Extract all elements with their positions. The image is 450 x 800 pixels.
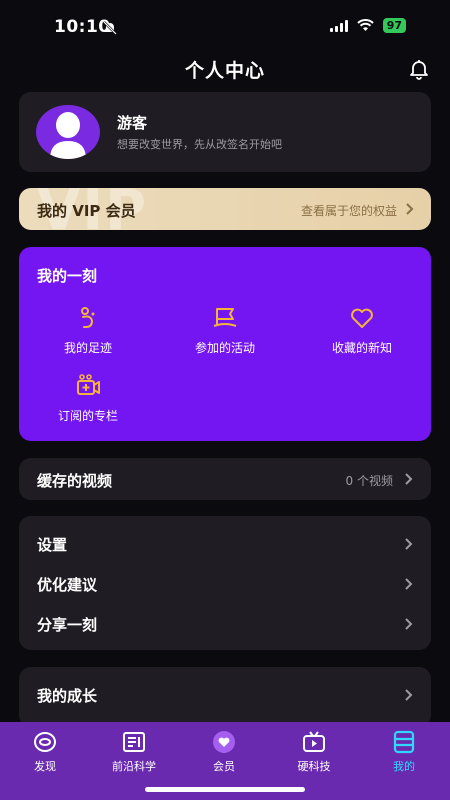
chevron-right-icon — [405, 618, 413, 630]
share-row[interactable]: 分享一刻 — [19, 604, 431, 644]
vip-benefits-link[interactable]: 查看属于您的权益 — [301, 202, 397, 219]
tab-frontier-science-label: 前沿科学 — [112, 760, 156, 773]
my-growth-row[interactable]: 我的成长 — [19, 667, 431, 727]
tab-member-label: 会员 — [213, 760, 235, 773]
chevron-right-icon — [406, 203, 414, 215]
feedback-row[interactable]: 优化建议 — [19, 564, 431, 604]
status-bar: 10:10 97 — [0, 0, 450, 52]
tab-hard-tech[interactable]: 硬科技 — [279, 730, 349, 774]
my-moment-title: 我的一刻 — [37, 267, 98, 285]
signature: 想要改变世界，先从改签名开始吧 — [117, 138, 282, 151]
tab-member[interactable]: 会员 — [189, 730, 259, 774]
chevron-right-icon — [405, 578, 413, 590]
discover-icon — [34, 732, 56, 752]
feedback-label: 优化建议 — [37, 576, 98, 594]
cached-videos-count: 0 个视频 — [345, 474, 393, 488]
vip-title: 我的 VIP 会员 — [37, 202, 136, 220]
tech-tv-icon — [303, 731, 325, 752]
my-growth-label: 我的成长 — [37, 687, 98, 705]
subscribed-columns-item[interactable]: 订阅的专栏 — [33, 373, 143, 424]
chevron-right-icon — [405, 689, 413, 701]
battery-indicator: 97 — [382, 18, 406, 33]
page-title: 个人中心 — [184, 60, 265, 82]
share-label: 分享一刻 — [37, 616, 98, 634]
tab-discover-label: 发现 — [34, 760, 56, 773]
tab-mine-label: 我的 — [393, 760, 415, 773]
vip-card[interactable]: VIP 我的 VIP 会员 查看属于您的权益 — [19, 188, 431, 230]
video-add-icon — [77, 374, 100, 395]
muted-bell-icon — [103, 21, 117, 35]
bottom-tab-bar: 发现 前沿科学 会员 硬科技 我的 — [0, 722, 450, 800]
settings-label: 设置 — [37, 536, 68, 554]
heart-icon — [351, 308, 373, 328]
tab-discover[interactable]: 发现 — [10, 730, 80, 774]
joined-activities-label: 参加的活动 — [194, 341, 255, 355]
cached-videos-label: 缓存的视频 — [37, 472, 113, 490]
settings-row[interactable]: 设置 — [19, 524, 431, 564]
my-footprint-label: 我的足迹 — [63, 341, 112, 355]
member-icon — [213, 731, 235, 753]
subscribed-columns-label: 订阅的专栏 — [57, 409, 118, 423]
favorite-knowledge-label: 收藏的新知 — [331, 341, 392, 355]
my-moment-card: 我的一刻 我的足迹 参加的活动 收藏的新知 订阅的专栏 — [19, 247, 431, 441]
notification-bell-icon[interactable] — [408, 58, 430, 80]
header: 个人中心 — [0, 52, 450, 86]
settings-group: 设置 优化建议 分享一刻 — [19, 516, 431, 650]
user-silhouette-icon — [50, 112, 86, 159]
profile-tab-icon — [393, 730, 415, 754]
chevron-right-icon — [405, 473, 413, 485]
home-indicator — [145, 787, 305, 792]
footprint-icon — [81, 307, 95, 328]
joined-activities-item[interactable]: 参加的活动 — [170, 305, 280, 356]
chevron-right-icon — [405, 538, 413, 550]
cellular-signal-icon — [329, 19, 348, 32]
tab-mine[interactable]: 我的 — [369, 730, 439, 774]
favorite-knowledge-item[interactable]: 收藏的新知 — [307, 305, 417, 356]
tab-hard-tech-label: 硬科技 — [297, 760, 331, 773]
science-icon — [123, 732, 145, 752]
cached-videos-row[interactable]: 缓存的视频 0 个视频 — [19, 458, 431, 500]
wifi-icon — [357, 19, 374, 31]
avatar[interactable] — [36, 105, 100, 159]
tab-frontier-science[interactable]: 前沿科学 — [99, 730, 169, 774]
flag-icon — [213, 308, 237, 327]
profile-card[interactable]: 游客 想要改变世界，先从改签名开始吧 — [19, 92, 431, 172]
username: 游客 — [117, 114, 148, 132]
my-footprint-item[interactable]: 我的足迹 — [33, 305, 143, 356]
